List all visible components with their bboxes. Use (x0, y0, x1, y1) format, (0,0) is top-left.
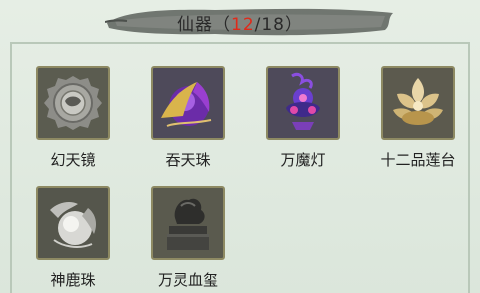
artifact-item[interactable]: 十二品莲台 (345, 66, 461, 184)
artifact-name: 万魔灯 (280, 151, 326, 169)
artifact-name: 吞天珠 (165, 151, 211, 169)
artifact-item[interactable]: 万灵血玺 (115, 186, 231, 293)
blood-seal-icon (153, 188, 223, 258)
purple-pearl-icon (153, 68, 223, 138)
artifact-item[interactable]: 万魔灯 (230, 66, 346, 184)
artifact-slot[interactable] (36, 186, 110, 260)
artifact-slot[interactable] (381, 66, 455, 140)
artifact-slot[interactable] (266, 66, 340, 140)
deer-pearl-icon (38, 188, 108, 258)
artifact-slot[interactable] (36, 66, 110, 140)
artifact-name: 幻天镜 (50, 151, 96, 169)
artifact-item[interactable]: 神鹿珠 (0, 186, 116, 293)
artifact-slot[interactable] (151, 186, 225, 260)
silver-mirror-icon (38, 68, 108, 138)
demon-lamp-icon (268, 68, 338, 138)
artifact-panel: 仙器（12/18） 幻天镜 吞天珠 万魔灯 十二品莲台 神鹿珠 万灵血玺 (0, 0, 480, 293)
lotus-platform-icon (383, 68, 453, 138)
artifact-name: 万灵血玺 (157, 271, 218, 289)
artifact-grid: 幻天镜 吞天珠 万魔灯 十二品莲台 神鹿珠 万灵血玺 (0, 0, 480, 293)
artifact-item[interactable]: 幻天镜 (0, 66, 116, 184)
artifact-item[interactable]: 吞天珠 (115, 66, 231, 184)
artifact-name: 十二品莲台 (380, 151, 456, 169)
artifact-name: 神鹿珠 (50, 271, 96, 289)
artifact-slot[interactable] (151, 66, 225, 140)
